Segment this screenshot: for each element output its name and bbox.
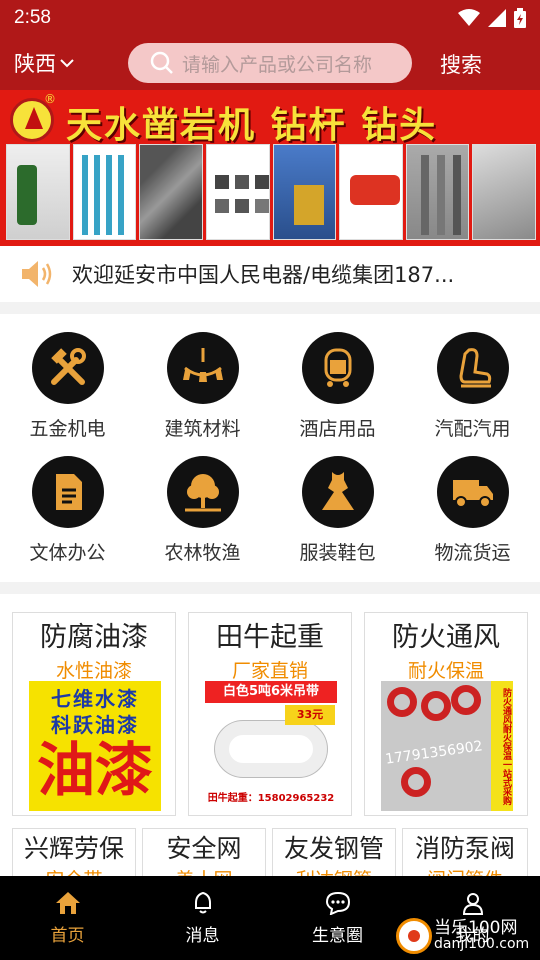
category-label: 文体办公 <box>29 542 106 564</box>
tools-icon <box>31 332 104 404</box>
promo-card[interactable]: 防火通风 耐火保温 17791356902 防火通风耐火保温一站式采购 <box>364 612 528 816</box>
promo-image: 白色5吨6米吊带 33元 田牛起重：15802965232 <box>205 681 337 811</box>
status-time: 2:58 <box>14 7 51 28</box>
promo-title: 安全网 <box>166 834 242 863</box>
promo-image-text: 田牛起重：15802965232 <box>207 793 335 804</box>
status-icons <box>458 8 526 28</box>
dress-icon <box>301 456 374 528</box>
category-item[interactable]: 农林牧渔 <box>135 456 270 565</box>
watermark-line1: 当乐100网 <box>434 918 518 938</box>
category-item[interactable]: 汽配汽用 <box>405 332 540 441</box>
category-item[interactable]: 酒店用品 <box>270 332 405 441</box>
document-icon <box>31 456 104 528</box>
duct-ring-image <box>401 767 431 797</box>
user-icon <box>462 892 483 915</box>
notice-text: 欢迎延安市中国人民电器/电缆集团187... <box>72 263 455 287</box>
home-icon <box>55 891 80 914</box>
nav-home[interactable]: 首页 <box>0 876 135 960</box>
watermark-logo-icon <box>396 918 432 954</box>
nav-messages[interactable]: 消息 <box>135 876 270 960</box>
luggage-cart-icon <box>301 332 374 404</box>
nav-label: 消息 <box>185 925 220 946</box>
promo-title: 田牛起重 <box>216 622 324 653</box>
promo-image: 17791356902 防火通风耐火保温一站式采购 <box>381 681 513 811</box>
promo-title: 防火通风 <box>392 622 500 653</box>
promo-image-text: 17791356902 <box>384 738 484 768</box>
product-image <box>405 144 470 240</box>
duct-ring-image <box>451 685 481 715</box>
product-image <box>139 144 203 240</box>
notice-bar[interactable]: 欢迎延安市中国人民电器/电缆集团187... <box>0 246 540 302</box>
search-placeholder: 请输入产品或公司名称 <box>182 53 373 76</box>
banner-product-strip <box>6 144 536 240</box>
category-label: 农林牧渔 <box>164 542 241 564</box>
promo-subtitle: 厂家直销 <box>231 660 308 682</box>
category-label: 汽配汽用 <box>434 418 511 440</box>
chevron-down-icon <box>60 59 74 68</box>
search-icon <box>150 51 173 74</box>
search-button[interactable]: 搜索 <box>440 49 482 79</box>
product-image <box>205 144 270 240</box>
duct-ring-image <box>387 687 417 717</box>
nav-label: 生意圈 <box>312 925 363 946</box>
promo-card[interactable]: 田牛起重 厂家直销 白色5吨6米吊带 33元 田牛起重：15802965232 <box>188 612 352 816</box>
signal-icon <box>488 9 506 27</box>
promo-image-text: 33元 <box>285 705 335 725</box>
category-label: 服装鞋包 <box>299 542 376 564</box>
status-bar: 2:58 <box>0 0 540 36</box>
category-label: 建筑材料 <box>164 418 241 440</box>
promo-title: 消防泵阀 <box>414 834 515 863</box>
speaker-icon <box>22 261 52 287</box>
category-item[interactable]: 文体办公 <box>0 456 135 565</box>
battery-icon <box>514 8 526 28</box>
promo-title: 兴辉劳保 <box>23 834 124 863</box>
promo-image-text: 科跃油漆 <box>51 713 139 737</box>
category-grid: 五金机电 建筑材料 酒店用品 汽配汽用 文体办公 农林牧渔 服装鞋包 物流货运 <box>0 314 540 582</box>
product-image <box>339 144 403 240</box>
nav-business-circle[interactable]: 生意圈 <box>270 876 405 960</box>
wifi-icon <box>458 9 480 26</box>
category-item[interactable]: 物流货运 <box>405 456 540 565</box>
header: 陕西 请输入产品或公司名称 搜索 <box>0 36 540 90</box>
search-input[interactable]: 请输入产品或公司名称 <box>128 43 412 83</box>
banner-ad[interactable]: ® 天水凿岩机 钻杆 钻头 <box>0 90 540 246</box>
truck-icon <box>436 456 509 528</box>
chandelier-icon <box>166 332 239 404</box>
promo-image-text: 油漆 <box>36 736 153 804</box>
promo-image-text: 七维水漆 <box>51 687 139 711</box>
chat-icon <box>325 891 350 915</box>
category-label: 五金机电 <box>29 418 106 440</box>
category-item[interactable]: 服装鞋包 <box>270 456 405 565</box>
lifting-sling-image <box>215 721 327 777</box>
banner-title: 天水凿岩机 钻杆 钻头 <box>66 105 438 146</box>
promo-image: 七维水漆 科跃油漆 油漆 <box>29 681 161 811</box>
promo-card[interactable]: 防腐油漆 水性油漆 七维水漆 科跃油漆 油漆 <box>12 612 176 816</box>
watermark: 当乐100网 danji100.com <box>396 912 540 960</box>
promo-image-text: 白色5吨6米吊带 <box>205 681 337 703</box>
category-label: 酒店用品 <box>299 418 376 440</box>
promo-subtitle: 耐火保温 <box>407 660 484 682</box>
promo-title: 防腐油漆 <box>40 622 148 653</box>
promo-title: 友发钢管 <box>283 834 384 863</box>
product-image <box>272 144 337 240</box>
region-selector[interactable]: 陕西 <box>14 48 114 78</box>
category-item[interactable]: 五金机电 <box>0 332 135 441</box>
product-image <box>6 144 70 240</box>
watermark-text: 当乐100网 danji100.com <box>434 918 530 953</box>
watermark-line2: danji100.com <box>434 936 530 952</box>
promo-subtitle: 水性油漆 <box>55 660 132 682</box>
region-label: 陕西 <box>14 52 56 76</box>
category-label: 物流货运 <box>434 542 511 564</box>
registered-mark: ® <box>44 92 56 106</box>
bell-icon <box>194 891 211 913</box>
duct-ring-image <box>421 691 451 721</box>
promo-image-text: 防火通风耐火保温一站式采购 <box>491 681 513 811</box>
product-image <box>472 144 536 240</box>
car-seat-icon <box>436 332 509 404</box>
nav-label: 首页 <box>50 925 85 946</box>
category-item[interactable]: 建筑材料 <box>135 332 270 441</box>
tree-icon <box>166 456 239 528</box>
product-image <box>72 144 137 240</box>
